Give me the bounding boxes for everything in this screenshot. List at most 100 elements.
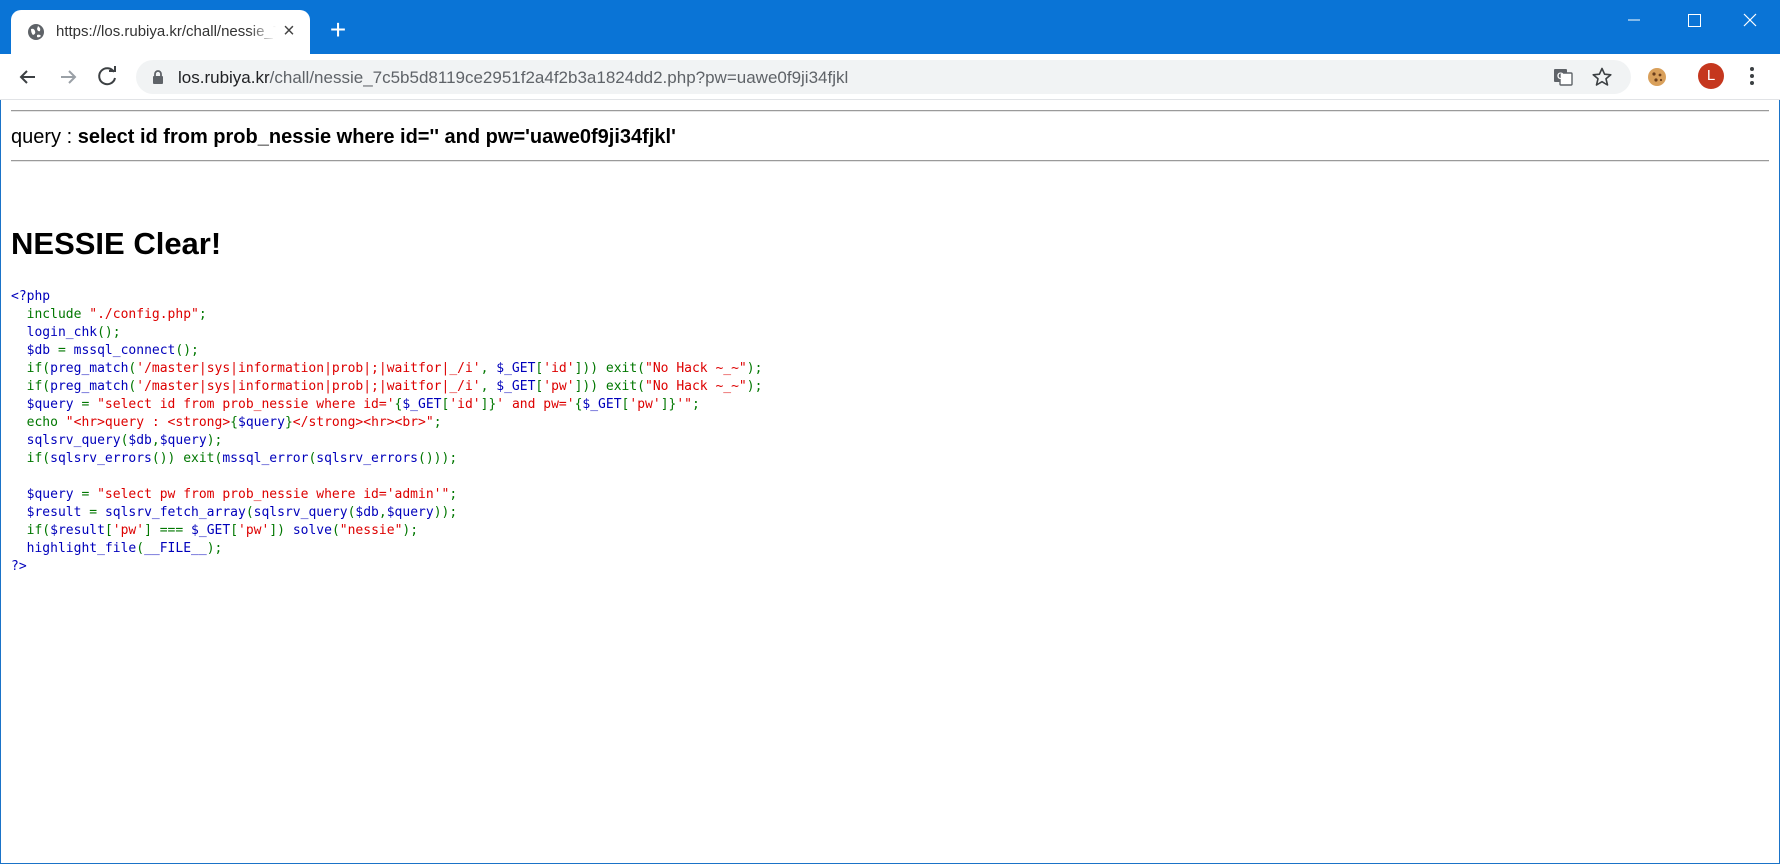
code-token: )); (433, 505, 458, 520)
code-token: ); (746, 379, 763, 394)
reload-icon[interactable] (94, 63, 122, 91)
code-token: { (230, 415, 238, 430)
code-token: 'pw' (112, 523, 145, 538)
more-menu-icon[interactable] (1742, 62, 1762, 90)
maximize-icon[interactable] (1670, 8, 1718, 32)
title-bar: https://los.rubiya.kr/chall/nessie_7c5b5… (0, 0, 1780, 54)
code-token: [ (104, 523, 113, 538)
code-token: if( (26, 361, 51, 376)
address-bar[interactable]: los.rubiya.kr/chall/nessie_7c5b5d8119ce2… (136, 60, 1631, 94)
query-label: query : (11, 126, 78, 148)
code-token: $db (11, 343, 58, 358)
code-token: $query (238, 415, 285, 430)
code-token: preg_match (50, 361, 129, 376)
code-token: $_GET (496, 379, 536, 394)
code-token: if( (26, 523, 51, 538)
code-token: "./config.php" (89, 307, 199, 322)
code-token: sqlsrv_errors (50, 451, 152, 466)
code-token: sqlsrv_query (253, 505, 348, 520)
url-host: los.rubiya.kr (178, 68, 270, 87)
code-line: include "./config.php"; (11, 306, 762, 324)
code-line: highlight_file(__FILE__); (11, 540, 762, 558)
code-token: , (480, 379, 497, 394)
code-token: solve (292, 523, 332, 538)
lock-icon[interactable] (150, 69, 166, 85)
code-token: '" (676, 397, 692, 412)
code-token: $_GET (402, 397, 442, 412)
code-line: $db = mssql_connect(); (11, 342, 762, 360)
cookie-extension-icon[interactable] (1645, 65, 1669, 89)
svg-text:G: G (1557, 71, 1564, 81)
code-token: ' and pw=' (496, 397, 575, 412)
code-token: $query (11, 397, 82, 412)
code-token: ])) exit( (574, 361, 646, 376)
code-token: ]) (269, 523, 293, 538)
code-token: </strong><hr><br>" (292, 415, 434, 430)
star-icon[interactable] (1591, 66, 1613, 88)
code-token: sqlsrv_query (11, 433, 121, 448)
tab-title: https://los.rubiya.kr/chall/nessie_7c5b5… (56, 23, 276, 40)
forward-icon[interactable] (54, 63, 82, 91)
code-token: "No Hack ~_~" (645, 361, 747, 376)
tab-active[interactable]: https://los.rubiya.kr/chall/nessie_7c5b5… (11, 10, 310, 54)
code-token: , (151, 433, 160, 448)
code-token: = (81, 397, 98, 412)
new-tab-button[interactable]: + (324, 16, 352, 45)
code-token: 'pw' (238, 523, 270, 538)
code-token: ; (692, 397, 700, 412)
page-content: query : select id from prob_nessie where… (0, 100, 1780, 862)
code-token: sqlsrv_fetch_array (104, 505, 246, 520)
code-line: $query = "select id from prob_nessie whe… (11, 396, 762, 414)
code-token: preg_match (50, 379, 129, 394)
code-line: ?> (11, 558, 762, 576)
close-window-icon[interactable] (1726, 8, 1774, 32)
code-token: $_GET (191, 523, 231, 538)
code-token: ); (402, 523, 419, 538)
code-token: ]} (480, 397, 497, 412)
url-path: /chall/nessie_7c5b5d8119ce2951f2a4f2b3a1… (269, 68, 849, 87)
code-line: login_chk(); (11, 324, 762, 342)
code-line: echo "<hr>query : <strong>{$query}</stro… (11, 414, 762, 432)
divider (11, 160, 1769, 162)
code-token: $db (355, 505, 379, 520)
code-line: sqlsrv_query($db,$query); (11, 432, 762, 450)
minimize-icon[interactable] (1610, 8, 1658, 32)
code-token: } (284, 415, 293, 430)
code-token: ); (206, 541, 223, 556)
code-token: (); (97, 325, 121, 340)
code-token: $query (386, 505, 434, 520)
code-token: ; (433, 415, 442, 430)
profile-avatar[interactable]: L (1698, 63, 1724, 89)
code-token: $result (50, 523, 105, 538)
code-token: $_GET (496, 361, 536, 376)
code-token: ; (449, 487, 458, 502)
code-token: 'pw' (629, 397, 661, 412)
code-token: login_chk (11, 325, 98, 340)
code-token: ])) exit( (574, 379, 646, 394)
code-token: $query (11, 487, 82, 502)
code-token: mssql_error (222, 451, 309, 466)
code-token: "<hr>query : <strong> (65, 415, 231, 430)
code-token: if( (26, 379, 51, 394)
globe-icon (28, 24, 44, 40)
code-token: $query (159, 433, 207, 448)
back-icon[interactable] (14, 63, 42, 91)
code-token: if( (26, 451, 51, 466)
code-token: __FILE__ (144, 541, 207, 556)
close-tab-icon[interactable]: × (278, 20, 300, 42)
translate-icon[interactable]: G (1552, 66, 1574, 88)
php-source-code: <?php include "./config.php"; login_chk(… (11, 288, 762, 576)
code-token: , (480, 361, 497, 376)
divider (11, 110, 1769, 112)
code-line: if(preg_match('/master|sys|information|p… (11, 360, 763, 378)
url-text[interactable]: los.rubiya.kr/chall/nessie_7c5b5d8119ce2… (178, 68, 848, 88)
code-token: $db (128, 433, 152, 448)
code-token: sqlsrv_errors (316, 451, 419, 466)
code-token: ?> (11, 559, 27, 574)
code-token: include (26, 307, 90, 322)
